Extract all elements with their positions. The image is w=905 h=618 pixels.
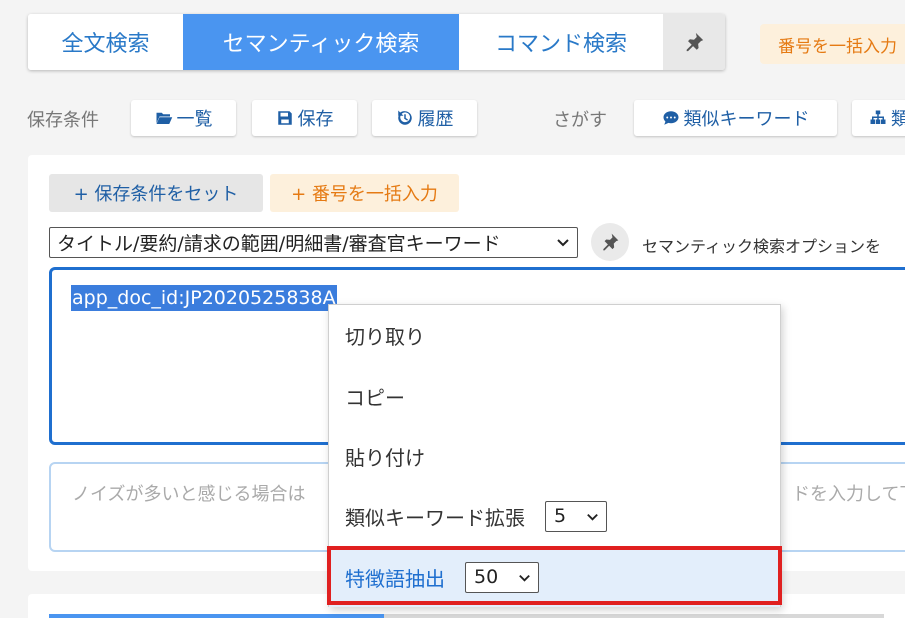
search-mode-tabs: 全文検索 セマンティック検索 コマンド検索 [28, 14, 725, 70]
noise-placeholder-right: ドを入力して下 [792, 484, 905, 505]
active-tab-indicator [49, 614, 384, 618]
search-field-select-value: タイトル/要約/請求の範囲/明細書/審査官キーワード [57, 233, 501, 255]
saved-conditions-label: 保存条件 [27, 110, 99, 131]
toolbar-row: 保存条件 一覧 保存 履歴 さがす 類似キーワード 類 [0, 100, 905, 136]
pin-icon [603, 233, 619, 251]
semantic-option-label: セマンティック検索オプションを [642, 237, 882, 256]
saved-list-label: 一覧 [176, 109, 213, 130]
tab-command-search[interactable]: コマンド検索 [459, 14, 663, 70]
bulk-number-input-button[interactable]: + 番号を一括入力 [270, 174, 459, 212]
menu-item-feature-word-extract[interactable]: 特徴語抽出 50 [329, 547, 780, 607]
sitemap-icon [870, 110, 886, 124]
pin-tab-button[interactable] [663, 14, 725, 70]
similar-keywords-label: 類似キーワード [683, 109, 810, 130]
menu-item-paste-label: 貼り付け [345, 445, 425, 470]
menu-item-cut[interactable]: 切り取り [329, 305, 780, 365]
saved-list-button[interactable]: 一覧 [131, 100, 236, 136]
history-icon [397, 110, 412, 125]
pin-icon [686, 32, 704, 52]
top-bulk-number-input-button[interactable]: 番号を一括入力 [760, 24, 905, 64]
tab-semantic-search[interactable]: セマンティック検索 [183, 14, 459, 70]
menu-item-cut-label: 切り取り [345, 324, 425, 349]
selected-query-text[interactable]: app_doc_id:JP2020525838A [71, 285, 337, 311]
chevron-down-icon [557, 239, 569, 247]
context-menu: 切り取り コピー 貼り付け 類似キーワード拡張 5 特徴語抽出 50 [328, 304, 781, 607]
feature-word-count-value: 50 [474, 566, 499, 588]
floppy-disk-icon [277, 111, 292, 125]
similar-keyword-count-select[interactable]: 5 [545, 500, 607, 532]
feature-word-count-select[interactable]: 50 [465, 561, 539, 593]
set-saved-condition-button[interactable]: + 保存条件をセット [49, 174, 263, 212]
menu-item-copy-label: コピー [345, 385, 405, 410]
search-field-select[interactable]: タイトル/要約/請求の範囲/明細書/審査官キーワード [49, 227, 578, 258]
history-label: 履歴 [417, 109, 454, 130]
inactive-tab-indicator [384, 614, 884, 618]
speech-bubble-icon [663, 111, 678, 125]
similar-keywords-button[interactable]: 類似キーワード [634, 100, 837, 136]
noise-placeholder-left: ノイズが多いと感じる場合は [72, 484, 306, 505]
classification-label-partial: 類 [891, 109, 905, 130]
chevron-down-icon [587, 513, 598, 521]
menu-item-copy[interactable]: コピー [329, 366, 780, 426]
history-button[interactable]: 履歴 [372, 100, 477, 136]
menu-item-similar-keyword-expand-label: 類似キーワード拡張 [345, 505, 525, 530]
menu-item-similar-keyword-expand[interactable]: 類似キーワード拡張 5 [329, 486, 780, 546]
save-button[interactable]: 保存 [252, 100, 357, 136]
save-label: 保存 [297, 109, 334, 130]
classification-button[interactable]: 類 [852, 100, 905, 136]
tab-fulltext-search[interactable]: 全文検索 [28, 14, 183, 70]
similar-keyword-count-value: 5 [554, 505, 567, 527]
chevron-down-icon [519, 574, 530, 582]
menu-item-paste[interactable]: 貼り付け [329, 426, 780, 486]
menu-item-feature-word-extract-label: 特徴語抽出 [345, 566, 445, 591]
search-tools-label: さがす [553, 110, 607, 131]
pin-option-button[interactable] [591, 223, 629, 261]
folder-open-icon [156, 112, 172, 124]
